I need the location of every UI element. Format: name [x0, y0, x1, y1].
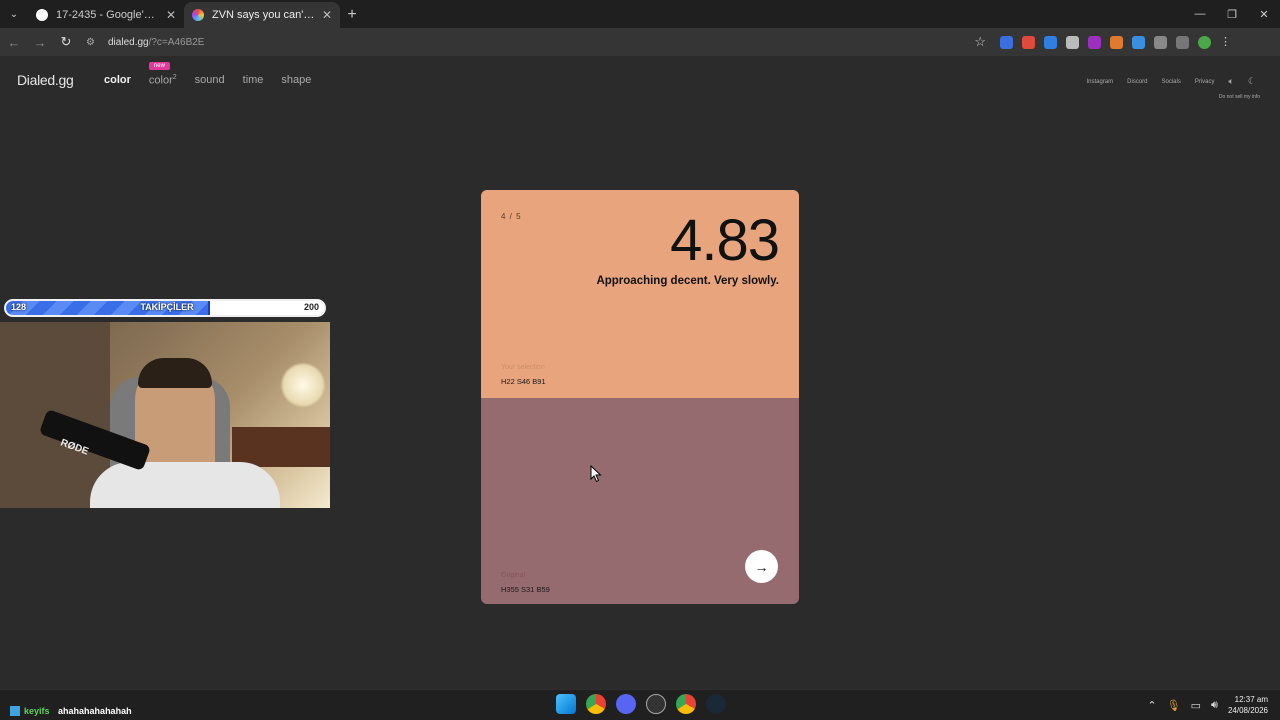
streamer-hair [138, 358, 212, 388]
back-icon[interactable]: ← [2, 30, 26, 54]
window-controls: — ❐ ✕ [1184, 0, 1280, 28]
goal-label: TAKİPÇİLER [140, 302, 194, 312]
system-tray: ⌃ 🎙︎ ▭ 🔊︎ 12:37 am 24/08/2026 [1147, 694, 1268, 716]
discord-icon[interactable] [616, 694, 636, 714]
lamp-light [280, 362, 326, 408]
footer-links: Instagram Discord Socials Privacy 🔈︎ ☾ [1086, 76, 1256, 87]
original-value: H355 S31 B59 [501, 585, 550, 594]
mouse-cursor-icon [590, 465, 602, 483]
do-not-sell-link[interactable]: Do not sell my info [1219, 94, 1260, 100]
nav-sound[interactable]: sound [195, 74, 225, 87]
url-host: dialed.gg [108, 36, 149, 48]
clock-time: 12:37 am [1234, 695, 1268, 704]
link-instagram[interactable]: Instagram [1086, 79, 1113, 85]
original-label: Original [501, 572, 526, 579]
nav-time[interactable]: time [243, 74, 264, 87]
chat-username: keyifs [24, 706, 50, 716]
nav-color2-sup: 2 [172, 74, 177, 81]
chrome-alt-icon[interactable] [676, 694, 696, 714]
network-icon[interactable]: ▭ [1191, 699, 1201, 712]
new-tab-icon[interactable]: + [340, 2, 364, 28]
selection-label: Your selection [501, 364, 545, 371]
profile-avatar[interactable] [1198, 35, 1211, 49]
selection-value: H22 S46 B91 [501, 377, 546, 386]
tab-search-icon[interactable]: ⌄ [0, 0, 28, 28]
volume-icon[interactable]: 🔊︎ [1211, 699, 1218, 712]
nav-color[interactable]: color [104, 74, 131, 87]
chrome-icon[interactable] [586, 694, 606, 714]
close-window-icon[interactable]: ✕ [1248, 0, 1280, 28]
dialed-favicon-icon [192, 9, 204, 21]
browser-toolbar: ← → ↻ ⚙ dialed.gg /?c=A46B2E ☆ ⋮ [0, 28, 1280, 56]
extension-icon[interactable] [1110, 35, 1123, 49]
extension-icon[interactable] [1132, 35, 1145, 49]
tray-expand-icon[interactable]: ⌃ [1147, 699, 1156, 712]
google-favicon-icon [36, 9, 48, 21]
result-card: 4 / 5 4.83 Approaching decent. Very slow… [481, 190, 799, 604]
address-bar[interactable]: ⚙ dialed.gg /?c=A46B2E ☆ [86, 30, 986, 54]
forward-icon[interactable]: → [28, 30, 52, 54]
link-socials[interactable]: Socials [1162, 79, 1181, 85]
minimize-icon[interactable]: — [1184, 0, 1216, 28]
score: 4.83 [670, 208, 780, 273]
clock-date: 24/08/2026 [1227, 706, 1268, 715]
extension-icon[interactable] [1044, 35, 1057, 49]
streamer-shirt [90, 462, 280, 508]
nav-color2-label: color [148, 74, 173, 87]
original-swatch: → Original H355 S31 B59 [481, 398, 799, 604]
reload-icon[interactable]: ↻ [54, 30, 78, 54]
chat-message: keyifs ahahahahahahah [10, 706, 132, 716]
link-discord[interactable]: Discord [1127, 79, 1147, 85]
menu-icon[interactable]: ⋮ [1220, 36, 1233, 49]
steam-icon[interactable] [706, 694, 726, 714]
windows-taskbar: keyifs ahahahahahahah ⌃ 🎙︎ ▭ 🔊︎ 12:37 am… [0, 689, 1280, 720]
url-path: /?c=A46B2E [148, 36, 205, 48]
extension-icon[interactable] [1066, 35, 1079, 49]
verdict-text: Approaching decent. Very slowly. [596, 275, 779, 287]
dark-mode-icon[interactable]: ☾ [1248, 76, 1256, 87]
puzzle-icon[interactable] [1154, 35, 1167, 49]
browser-tabbar: ⌄ 17-2435 - Google'da Ara ✕ ZVN says you… [0, 0, 1280, 28]
site-logo[interactable]: Dialed.gg [17, 72, 74, 88]
chat-text: ahahahahahahah [58, 706, 132, 716]
tab-google-search[interactable]: 17-2435 - Google'da Ara ✕ [28, 2, 184, 28]
webcam-feed: RØDE [0, 322, 330, 508]
nav-shape[interactable]: shape [281, 74, 311, 87]
round-counter: 4 / 5 [501, 212, 522, 221]
extension-icon[interactable] [1088, 35, 1101, 49]
game-nav: color new color2 sound time shape [104, 62, 311, 87]
nav-color2[interactable]: new color2 [148, 62, 177, 87]
windows-start-icon[interactable] [556, 694, 576, 714]
sound-icon[interactable]: 🔈︎ [1229, 76, 1234, 87]
link-privacy[interactable]: Privacy [1195, 79, 1215, 85]
taskbar-apps [556, 694, 726, 714]
restore-icon[interactable]: ❐ [1216, 0, 1248, 28]
webcam-table [232, 427, 330, 467]
media-icon[interactable] [1176, 35, 1189, 49]
arrow-right-icon: → [754, 558, 769, 575]
tab-title: 17-2435 - Google'da Ara [56, 9, 160, 21]
chat-user-icon [10, 706, 20, 716]
tab-title: ZVN says you can't beat 43.5/5 [212, 9, 316, 21]
clock[interactable]: 12:37 am 24/08/2026 [1228, 694, 1268, 716]
extension-icon[interactable] [1000, 35, 1013, 49]
new-badge: new [148, 62, 170, 70]
close-tab-icon[interactable]: ✕ [322, 8, 332, 22]
extension-icon[interactable] [1022, 35, 1035, 49]
obs-icon[interactable] [646, 694, 666, 714]
follower-goal-bar: 128 TAKİPÇİLER 200 [4, 299, 326, 317]
bookmark-star-icon[interactable]: ☆ [974, 34, 986, 50]
site-header: Dialed.gg color new color2 sound time sh… [0, 56, 1280, 106]
tab-dialed[interactable]: ZVN says you can't beat 43.5/5 ✕ [184, 2, 340, 28]
goal-target: 200 [303, 302, 319, 312]
microphone-icon[interactable]: 🎙︎ [1167, 699, 1181, 712]
close-tab-icon[interactable]: ✕ [166, 8, 176, 22]
extensions-area: ⋮ [1000, 35, 1233, 49]
site-info-icon[interactable]: ⚙ [86, 37, 102, 48]
next-arrow-button[interactable]: → [745, 550, 778, 583]
selection-swatch: 4 / 5 4.83 Approaching decent. Very slow… [481, 190, 799, 398]
